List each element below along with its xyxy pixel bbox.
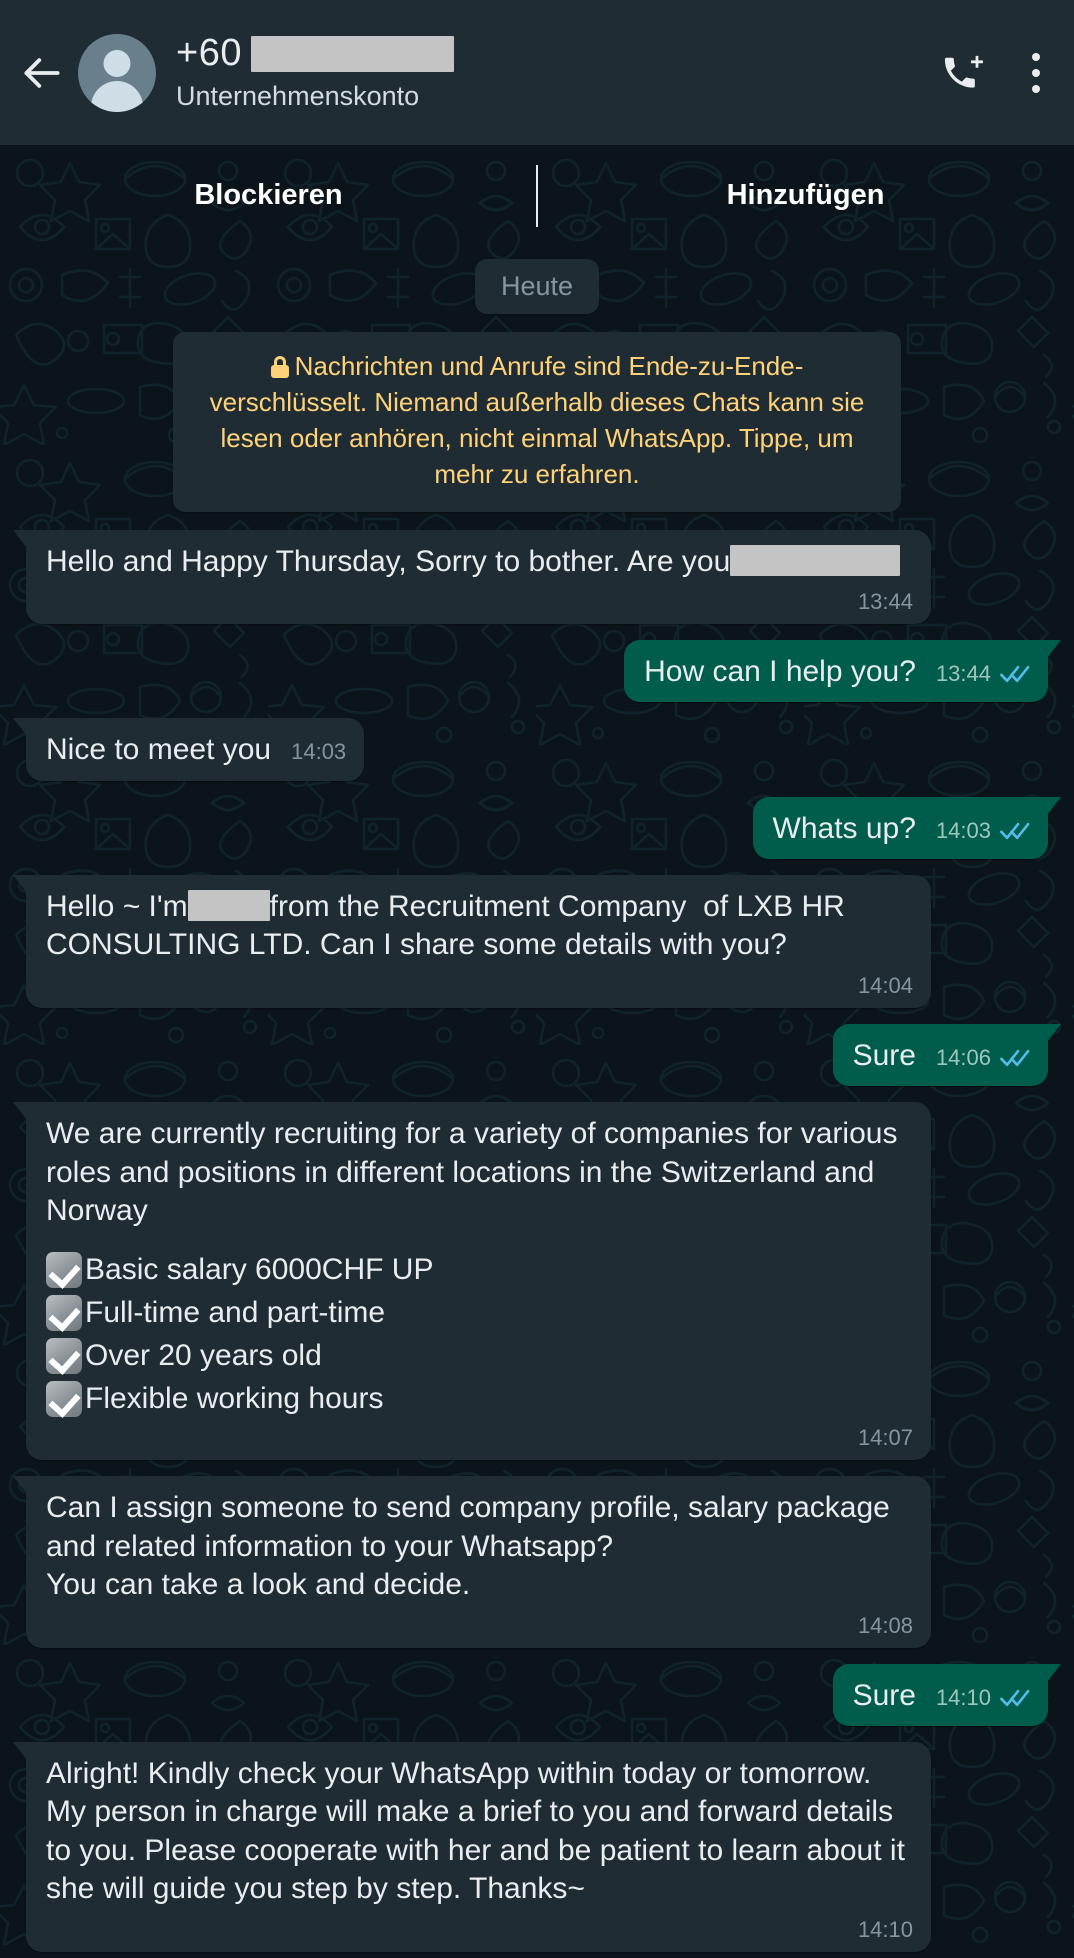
- message-meta: 14:03: [936, 817, 1030, 845]
- avatar[interactable]: [78, 34, 156, 112]
- message-time: 14:03: [291, 738, 346, 766]
- read-ticks-icon: [1000, 821, 1030, 841]
- message-time: 14:03: [936, 817, 991, 845]
- checklist-item-label: Basic salary 6000CHF UP: [85, 1252, 433, 1288]
- message-text: Whats up?14:03: [773, 810, 1030, 848]
- action-divider: [536, 165, 538, 227]
- message-meta: 14:03: [291, 738, 346, 766]
- check-mark-emoji-icon: [46, 1295, 82, 1331]
- message-row: Sure14:06: [0, 1024, 1074, 1086]
- checklist-item: Full-time and part-time: [46, 1295, 913, 1331]
- contact-phone-redaction: [251, 36, 454, 72]
- checklist-item-label: Over 20 years old: [85, 1338, 322, 1374]
- message-row: Hello and Happy Thursday, Sorry to bothe…: [0, 530, 1074, 624]
- message-time: 14:04: [858, 973, 913, 998]
- outgoing-message-bubble[interactable]: How can I help you?13:44: [624, 640, 1048, 702]
- read-ticks-icon: [1000, 664, 1030, 684]
- encryption-notice-text: Nachrichten und Anrufe sind Ende-zu-Ende…: [210, 351, 865, 489]
- chat-header: +60 Unternehmenskonto: [0, 0, 1074, 145]
- message-row: Whats up?14:03: [0, 797, 1074, 859]
- block-button[interactable]: Blockieren: [0, 181, 537, 210]
- message-text: Hello and Happy Thursday, Sorry to bothe…: [46, 543, 913, 581]
- message-text: Sure14:06: [853, 1037, 1030, 1075]
- avatar-head: [104, 50, 131, 77]
- message-time: 13:44: [858, 589, 913, 614]
- contact-subtitle: Unternehmenskonto: [176, 82, 932, 112]
- lock-icon: [271, 356, 289, 378]
- message-time: 14:10: [936, 1684, 991, 1712]
- add-contact-button[interactable]: Hinzufügen: [537, 181, 1074, 210]
- header-actions: [942, 49, 1048, 97]
- checklist-item-label: Full-time and part-time: [85, 1295, 385, 1331]
- message-text: Nice to meet you14:03: [46, 731, 346, 769]
- checklist-item-label: Flexible working hours: [85, 1381, 383, 1417]
- back-arrow-icon[interactable]: [14, 45, 70, 101]
- message-meta: 14:10: [936, 1684, 1030, 1712]
- message-time: 14:07: [858, 1425, 913, 1450]
- message-row: Hello ~ I'mfrom the Recruitment Company …: [0, 875, 1074, 1008]
- checklist-item: Over 20 years old: [46, 1338, 913, 1374]
- incoming-message-bubble[interactable]: We are currently recruiting for a variet…: [26, 1102, 931, 1460]
- checklist-item: Flexible working hours: [46, 1381, 913, 1417]
- message-meta: 14:10: [46, 1919, 913, 1941]
- contact-phone-prefix: +60: [176, 34, 242, 74]
- message-text: Sure14:10: [853, 1677, 1030, 1715]
- read-ticks-icon: [1000, 1048, 1030, 1068]
- message-meta: 14:06: [936, 1044, 1030, 1072]
- date-separator: Heute: [0, 259, 1074, 314]
- redaction-box: [730, 545, 900, 576]
- date-chip: Heute: [475, 259, 599, 314]
- check-mark-emoji-icon: [46, 1338, 82, 1374]
- whatsapp-chat-screen: +60 Unternehmenskonto: [0, 0, 1074, 1958]
- message-checklist: Basic salary 6000CHF UP Full-time and par…: [46, 1252, 913, 1417]
- message-meta: 14:07: [46, 1427, 913, 1449]
- checklist-item: Basic salary 6000CHF UP: [46, 1252, 913, 1288]
- contact-name-row: +60: [176, 34, 932, 74]
- message-text: Hello ~ I'mfrom the Recruitment Company …: [46, 888, 913, 965]
- message-meta: 14:04: [46, 975, 913, 997]
- message-row: How can I help you?13:44: [0, 640, 1074, 702]
- message-row: Alright! Kindly check your WhatsApp with…: [0, 1742, 1074, 1952]
- message-meta: 13:44: [46, 591, 913, 613]
- message-meta: 13:44: [936, 660, 1030, 688]
- message-meta: 14:08: [46, 1615, 913, 1637]
- message-row: We are currently recruiting for a variet…: [0, 1102, 1074, 1460]
- message-text: Alright! Kindly check your WhatsApp with…: [46, 1755, 913, 1909]
- message-time: 13:44: [936, 660, 991, 688]
- contact-action-bar: Blockieren Hinzufügen: [0, 145, 1074, 245]
- encryption-notice[interactable]: Nachrichten und Anrufe sind Ende-zu-Ende…: [173, 332, 901, 512]
- chat-body: Blockieren Hinzufügen Heute Nachrichten …: [0, 145, 1074, 1958]
- incoming-message-bubble[interactable]: Hello ~ I'mfrom the Recruitment Company …: [26, 875, 931, 1008]
- add-call-icon[interactable]: [942, 52, 984, 94]
- outgoing-message-bubble[interactable]: Sure14:06: [833, 1024, 1048, 1086]
- message-time: 14:08: [858, 1613, 913, 1638]
- message-time: 14:10: [858, 1917, 913, 1942]
- read-ticks-icon: [1000, 1688, 1030, 1708]
- check-mark-emoji-icon: [46, 1252, 82, 1288]
- message-row: Nice to meet you14:03: [0, 718, 1074, 780]
- message-list: Hello and Happy Thursday, Sorry to bothe…: [0, 530, 1074, 1952]
- overflow-menu-icon[interactable]: [1024, 49, 1048, 97]
- chat-content: Blockieren Hinzufügen Heute Nachrichten …: [0, 145, 1074, 1958]
- message-text: How can I help you?13:44: [644, 653, 1030, 691]
- header-text-block[interactable]: +60 Unternehmenskonto: [176, 34, 932, 112]
- message-text: We are currently recruiting for a variet…: [46, 1115, 913, 1230]
- incoming-message-bubble[interactable]: Nice to meet you14:03: [26, 718, 364, 780]
- message-row: Sure14:10: [0, 1664, 1074, 1726]
- incoming-message-bubble[interactable]: Can I assign someone to send company pro…: [26, 1476, 931, 1647]
- outgoing-message-bubble[interactable]: Whats up?14:03: [753, 797, 1048, 859]
- message-row: Can I assign someone to send company pro…: [0, 1476, 1074, 1647]
- message-text: Can I assign someone to send company pro…: [46, 1489, 913, 1604]
- avatar-body: [91, 81, 143, 112]
- message-time: 14:06: [936, 1044, 991, 1072]
- encryption-notice-row: Nachrichten und Anrufe sind Ende-zu-Ende…: [0, 332, 1074, 512]
- outgoing-message-bubble[interactable]: Sure14:10: [833, 1664, 1048, 1726]
- incoming-message-bubble[interactable]: Alright! Kindly check your WhatsApp with…: [26, 1742, 931, 1952]
- check-mark-emoji-icon: [46, 1381, 82, 1417]
- redaction-box: [188, 890, 270, 921]
- incoming-message-bubble[interactable]: Hello and Happy Thursday, Sorry to bothe…: [26, 530, 931, 624]
